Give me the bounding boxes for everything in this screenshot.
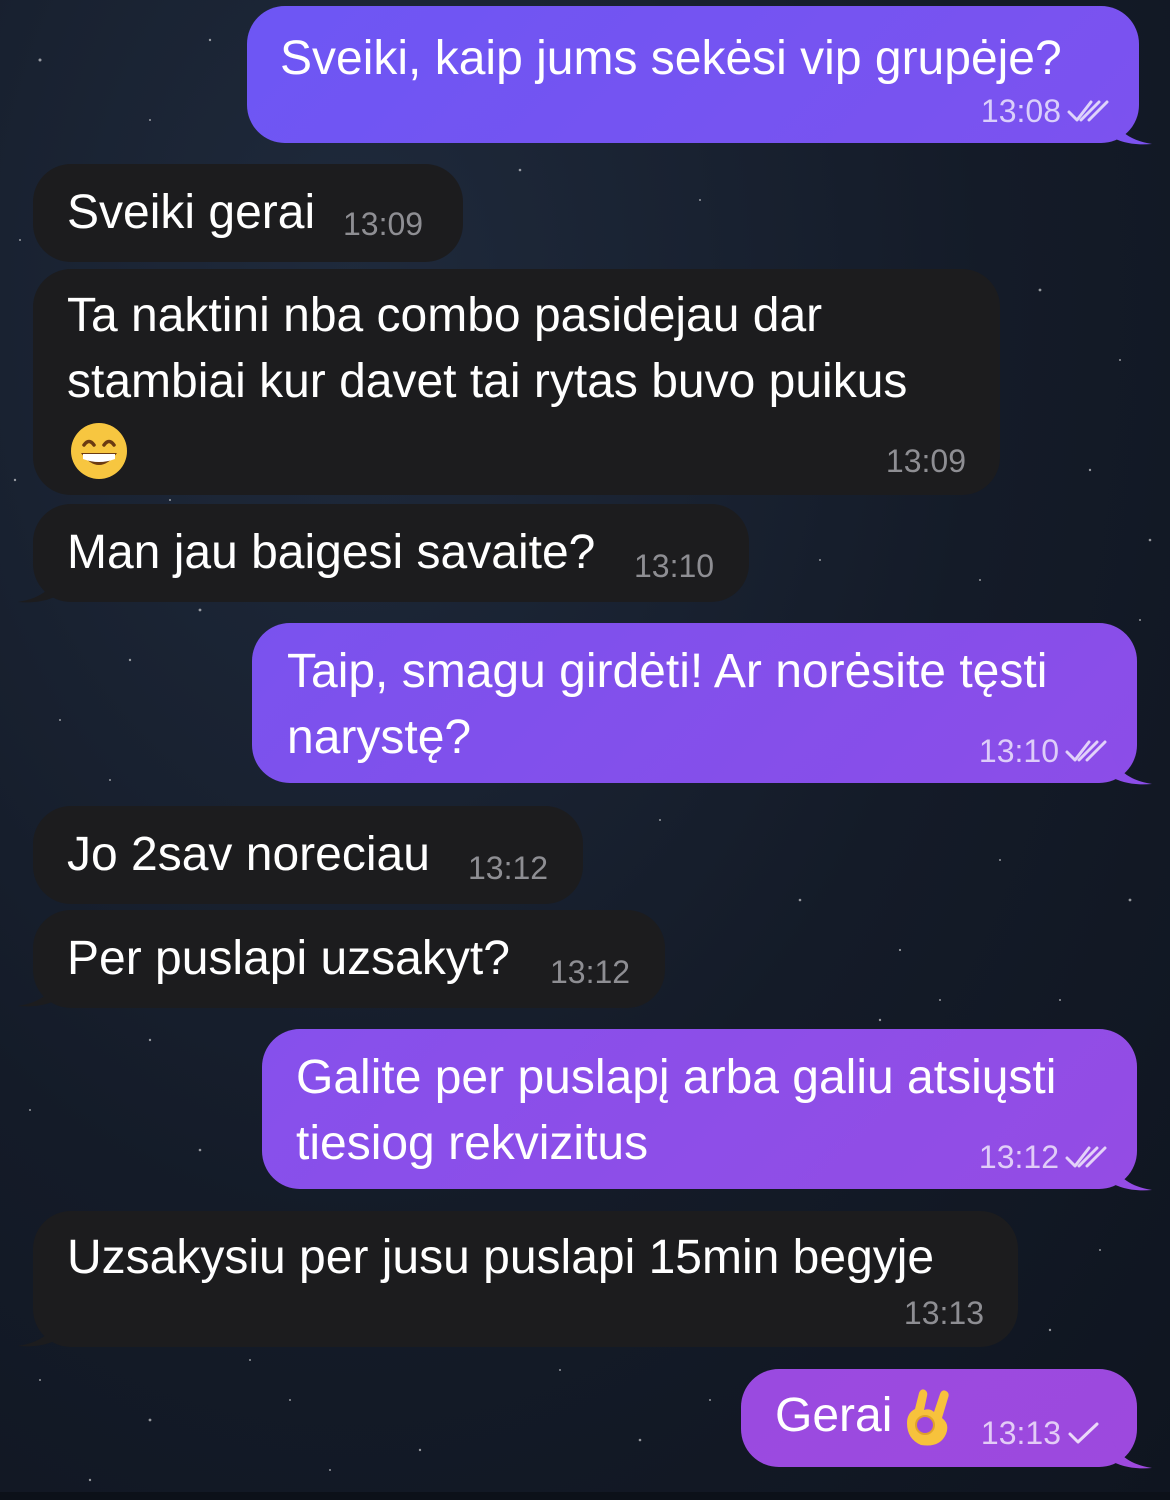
bubble-tail xyxy=(18,568,60,603)
bubble-tail xyxy=(18,972,60,1007)
message-text: Jo 2sav noreciau xyxy=(67,828,430,881)
double-check-icon xyxy=(1067,97,1111,125)
message-meta: 13:13 xyxy=(981,1415,1101,1451)
message-text: Sveiki gerai xyxy=(67,186,316,239)
message-incoming[interactable]: Ta naktini nba combo pasidejau dar stamb… xyxy=(33,269,1000,495)
message-time: 13:10 xyxy=(978,733,1059,769)
message-incoming[interactable]: Sveiki gerai 13:09 xyxy=(33,164,463,262)
message-incoming[interactable]: Jo 2sav noreciau 13:12 xyxy=(33,806,583,904)
message-time: 13:09 xyxy=(343,206,424,242)
message-outgoing[interactable]: Galite per puslapį arba galiu atsiųsti t… xyxy=(262,1029,1137,1189)
message-time: 13:13 xyxy=(903,1295,984,1331)
bottom-divider xyxy=(0,1492,1170,1500)
bubble-tail xyxy=(1110,110,1152,145)
message-outgoing[interactable]: Sveiki, kaip jums sekėsi vip grupėje? 13… xyxy=(247,6,1139,143)
double-check-icon xyxy=(1065,1143,1109,1171)
message-time: 13:12 xyxy=(978,1139,1059,1175)
message-text: Gerai xyxy=(775,1389,893,1442)
message-incoming[interactable]: Uzsakysiu per jusu puslapi 15min begyje … xyxy=(33,1211,1018,1347)
message-time: 13:08 xyxy=(980,93,1061,129)
message-text: Per puslapi uzsakyt? xyxy=(67,932,510,985)
message-text: Ta naktini nba combo pasidejau dar stamb… xyxy=(67,289,908,408)
message-incoming[interactable]: Man jau baigesi savaite? 13:10 xyxy=(33,504,749,602)
message-time: 13:10 xyxy=(634,548,715,584)
message-meta: 13:08 xyxy=(981,93,1111,129)
message-text: Uzsakysiu per jusu puslapi 15min begyje xyxy=(67,1231,935,1284)
double-check-icon xyxy=(1065,737,1109,765)
grinning-face-emoji xyxy=(69,421,129,499)
check-icon xyxy=(1067,1419,1101,1447)
message-incoming[interactable]: Per puslapi uzsakyt? 13:12 xyxy=(33,910,665,1008)
message-time: 13:12 xyxy=(468,850,549,886)
bubble-tail xyxy=(1110,750,1152,785)
message-outgoing[interactable]: Gerai 13:13 xyxy=(741,1369,1137,1467)
message-text: Sveiki, kaip jums sekėsi vip grupėje? xyxy=(280,32,1062,85)
message-time: 13:13 xyxy=(980,1415,1061,1451)
bubble-tail xyxy=(1110,1434,1152,1469)
message-text: Man jau baigesi savaite? xyxy=(67,526,596,579)
message-meta: 13:12 xyxy=(979,1139,1109,1175)
message-time: 13:09 xyxy=(885,443,966,479)
bubble-tail xyxy=(1110,1156,1152,1191)
ok-hand-emoji xyxy=(901,1387,955,1465)
message-time: 13:12 xyxy=(550,954,631,990)
message-outgoing[interactable]: Taip, smagu girdėti! Ar norėsite tęsti n… xyxy=(252,623,1137,783)
bubble-tail xyxy=(18,1312,60,1347)
message-meta: 13:10 xyxy=(979,733,1109,769)
